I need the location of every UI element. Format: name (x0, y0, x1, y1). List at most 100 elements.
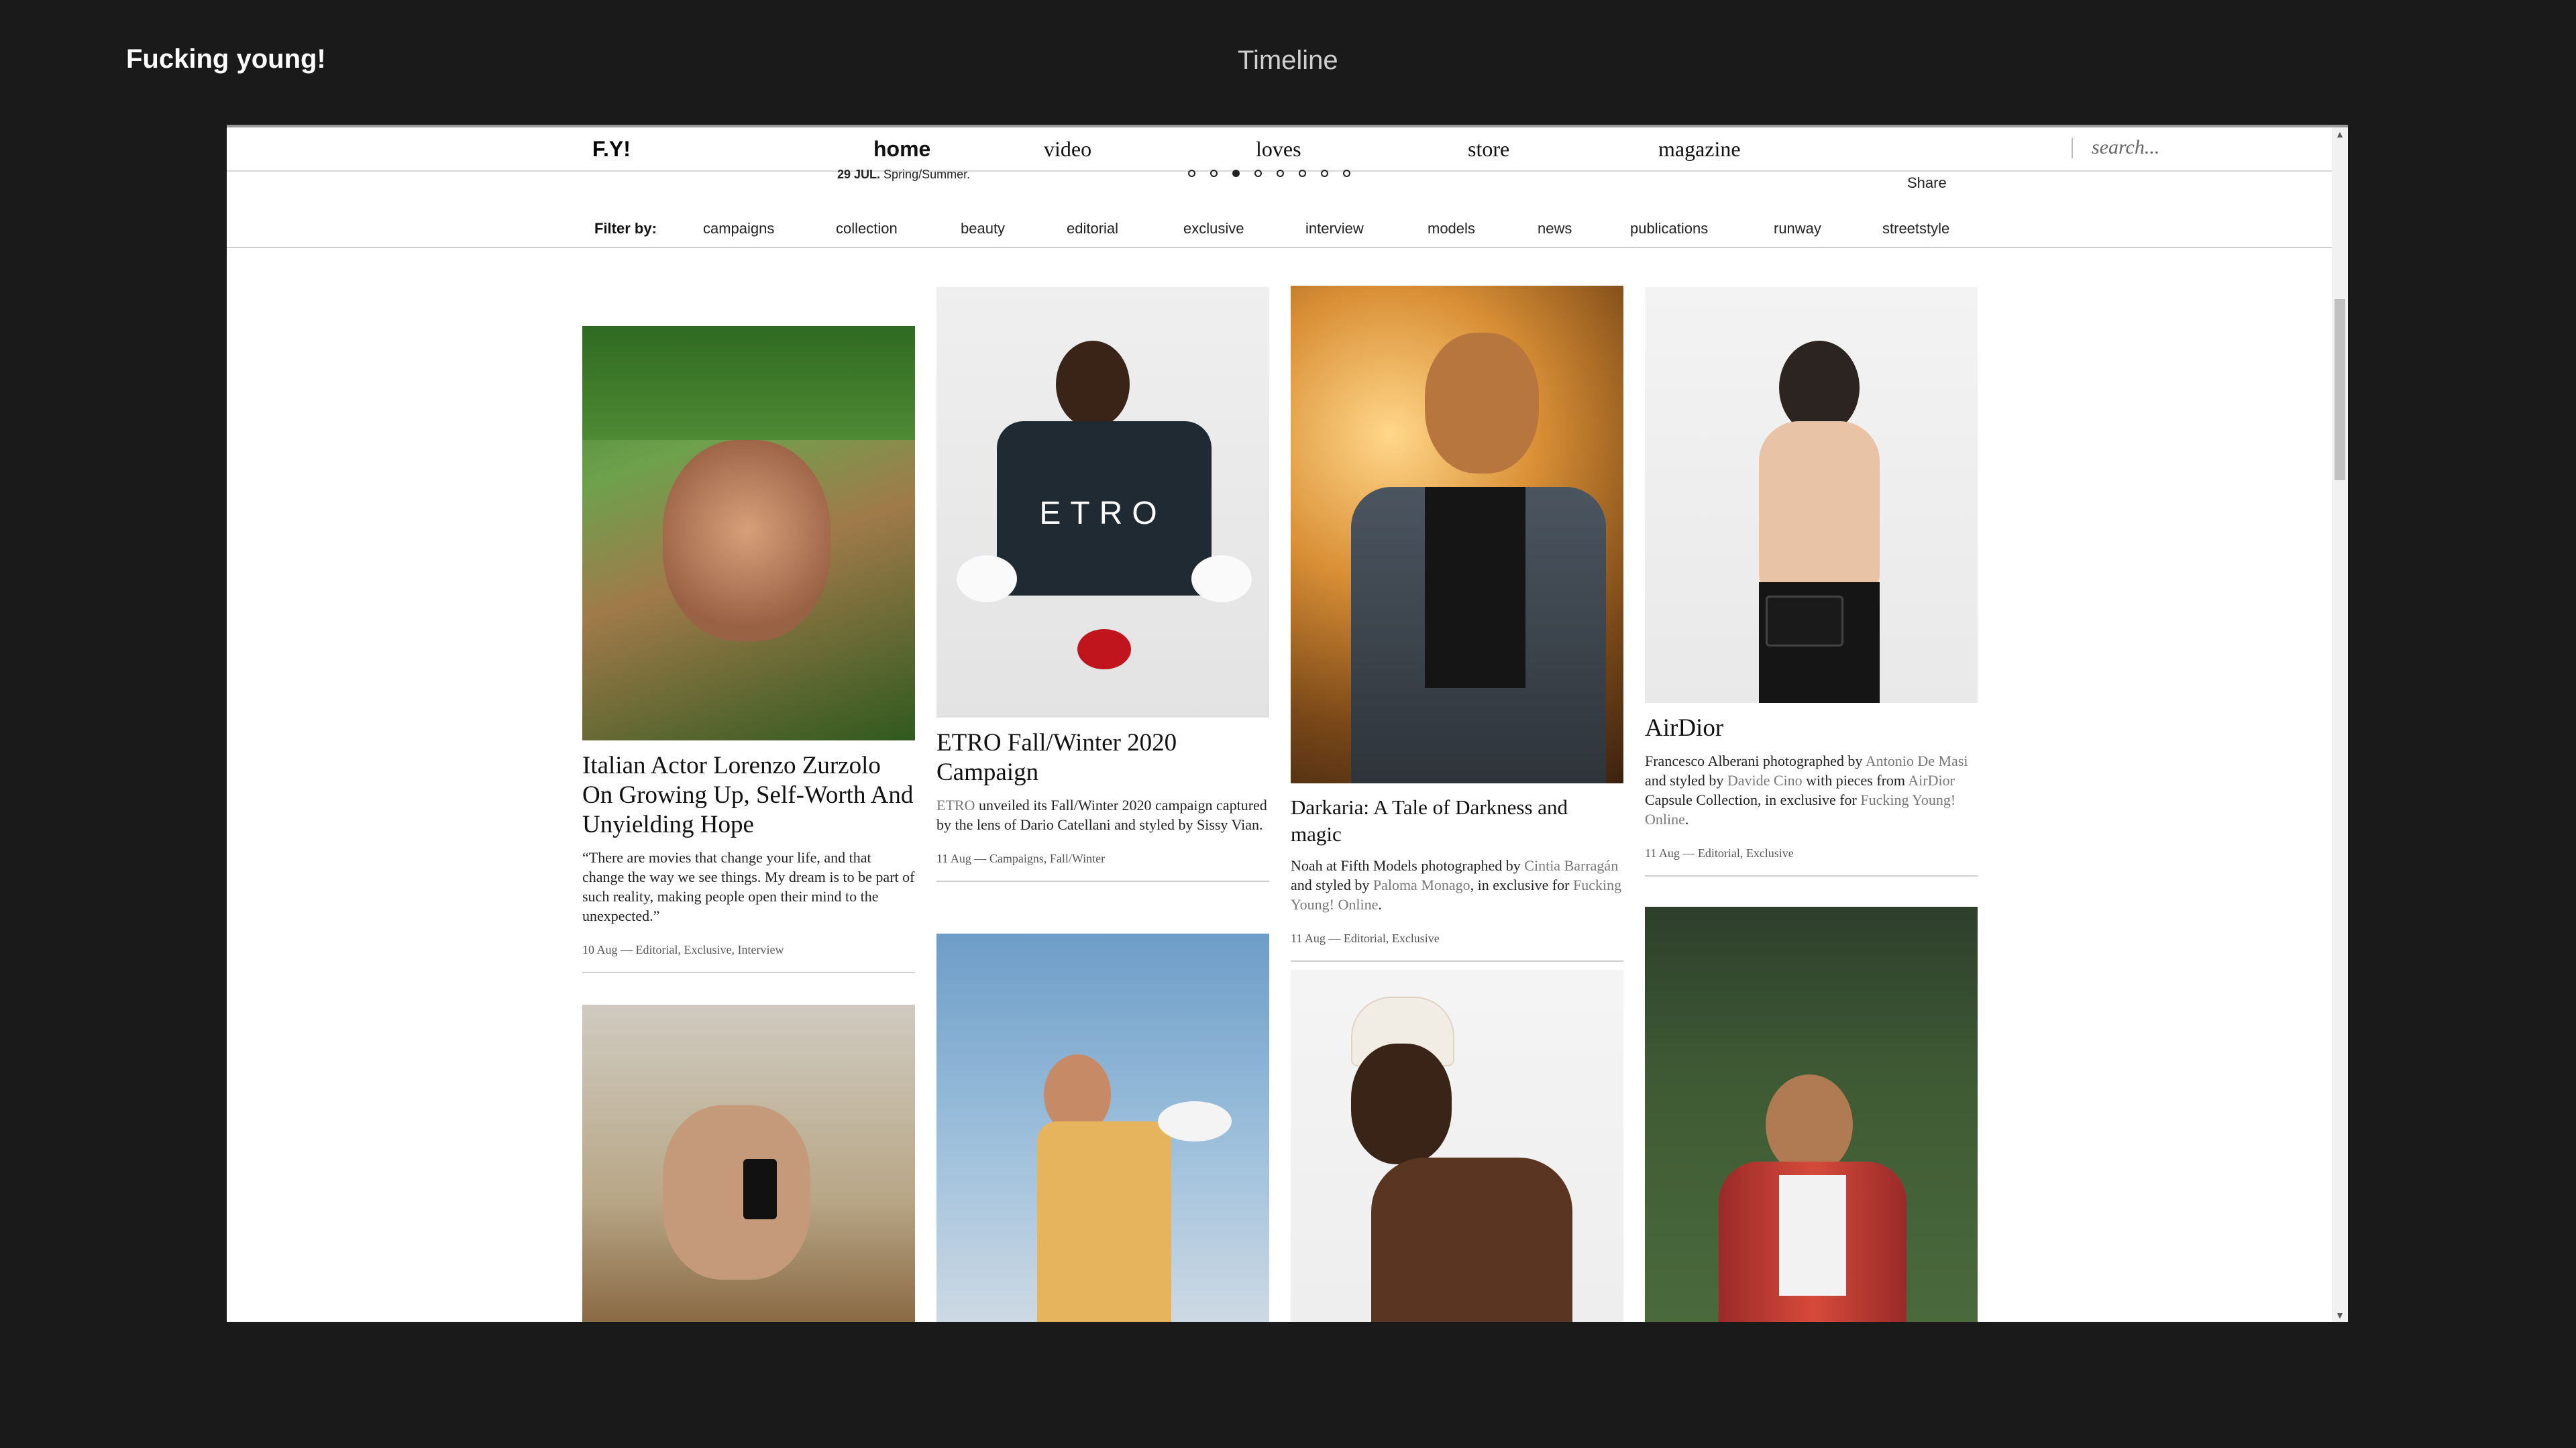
filter-models[interactable]: models (1428, 220, 1475, 237)
excerpt-text: Capsule Collection, in exclusive for (1645, 791, 1861, 808)
slider-dot[interactable] (1343, 170, 1350, 178)
slider-dot[interactable] (1188, 170, 1195, 178)
phone-shape (743, 1159, 777, 1219)
slider-dot[interactable] (1210, 170, 1218, 178)
white-tee (1779, 1175, 1846, 1296)
dove-right (1191, 555, 1252, 602)
nav-loves[interactable]: loves (1256, 137, 1301, 162)
filter-interview[interactable]: interview (1305, 220, 1364, 237)
filter-collection[interactable]: collection (836, 220, 898, 237)
article-excerpt: Noah at Fifth Models photographed by Cin… (1291, 856, 1623, 914)
filter-campaigns[interactable]: campaigns (703, 220, 774, 237)
filter-news[interactable]: news (1538, 220, 1572, 237)
etro-watermark: ETRO (1039, 496, 1167, 531)
excerpt-text: and styled by (1645, 772, 1727, 789)
article-title[interactable]: Darkaria: A Tale of Darkness and magic (1291, 794, 1623, 848)
filter-label: Filter by: (594, 220, 657, 237)
stylist-link[interactable]: Paloma Monago (1373, 877, 1470, 893)
slider-date: 29 JUL. (837, 168, 881, 181)
dove-left (957, 555, 1017, 602)
scroll-up-icon[interactable]: ▲ (2332, 127, 2348, 141)
portrait-figure (663, 1105, 810, 1280)
model-head (1425, 333, 1539, 474)
dior-bag (1766, 596, 1843, 647)
search-input[interactable] (2090, 135, 2241, 160)
filter-bar: Filter by: campaigns collection beauty e… (227, 216, 2340, 248)
filter-editorial[interactable]: editorial (1067, 220, 1118, 237)
model-shirt (1037, 1121, 1171, 1322)
brand-link[interactable]: ETRO (936, 797, 975, 814)
search-divider (2072, 138, 2073, 158)
photographer-link[interactable]: Antonio De Masi (1866, 753, 1968, 769)
filter-publications[interactable]: publications (1630, 220, 1708, 237)
model-head (1779, 341, 1860, 435)
model-back (1759, 421, 1880, 589)
article-excerpt: “There are movies that change your life,… (582, 849, 915, 924)
filter-beauty[interactable]: beauty (961, 220, 1005, 237)
browser-viewport: F.Y! home video loves store magazine 29 … (227, 125, 2348, 1322)
slider-caption: 29 JUL. Spring/Summer. (837, 168, 970, 182)
green-hood (582, 326, 915, 440)
nav-magazine[interactable]: magazine (1658, 137, 1741, 162)
nav-store[interactable]: store (1468, 137, 1509, 162)
article-card[interactable]: Italian Actor Lorenzo Zurzolo On Growing… (582, 326, 915, 973)
slider-dot[interactable] (1321, 170, 1328, 178)
article-title[interactable]: AirDior (1645, 714, 1978, 743)
excerpt-text: Francesco Alberani photographed by (1645, 753, 1866, 769)
article-image[interactable] (936, 934, 1269, 1322)
slider-dot-active[interactable] (1232, 170, 1240, 178)
article-image[interactable] (1291, 970, 1623, 1322)
article-card[interactable]: Darkaria: A Tale of Darkness and magic N… (1291, 286, 1623, 962)
filter-runway[interactable]: runway (1774, 220, 1821, 237)
article-card[interactable]: ETRO ETRO Fall/Winter 2020 Campaign ETRO… (936, 287, 1269, 882)
model-torso (1371, 1158, 1572, 1322)
filter-streetstyle[interactable]: streetstyle (1882, 220, 1949, 237)
filter-exclusive[interactable]: exclusive (1183, 220, 1244, 237)
share-link[interactable]: Share (1907, 174, 1947, 192)
article-image[interactable] (582, 326, 915, 740)
article-meta[interactable]: 11 Aug — Campaigns, Fall/Winter (936, 852, 1269, 882)
article-excerpt: Francesco Alberani photographed by Anton… (1645, 751, 1978, 829)
excerpt-text: . (1684, 811, 1689, 828)
scrollbar-thumb[interactable] (2334, 299, 2345, 480)
top-nav: F.Y! home video loves store magazine (227, 127, 2340, 172)
article-title[interactable]: ETRO Fall/Winter 2020 Campaign (936, 728, 1269, 787)
vertical-scrollbar[interactable]: ▲ ▼ (2332, 127, 2348, 1322)
excerpt-text: . (1378, 896, 1382, 913)
brand-link[interactable]: AirDior (1908, 772, 1955, 789)
article-image[interactable] (582, 1005, 915, 1322)
model-head (1351, 1044, 1452, 1164)
article-image[interactable]: ETRO (936, 287, 1269, 718)
article-image[interactable] (1645, 907, 1978, 1322)
black-tee (1425, 487, 1525, 688)
scroll-down-icon[interactable]: ▼ (2332, 1308, 2348, 1322)
excerpt-text: , in exclusive for (1470, 877, 1574, 893)
excerpt-text: with pieces from (1802, 772, 1909, 789)
slider-dot[interactable] (1299, 170, 1306, 178)
nav-home[interactable]: home (873, 137, 930, 162)
stylist-link[interactable]: Davide Cino (1727, 772, 1803, 789)
article-meta[interactable]: 11 Aug — Editorial, Exclusive (1291, 932, 1623, 962)
slider-dots (1188, 168, 1365, 181)
article-excerpt: ETRO unveiled its Fall/Winter 2020 campa… (936, 795, 1269, 834)
model-head (1766, 1074, 1853, 1175)
slider-dot[interactable] (1277, 170, 1284, 178)
article-meta[interactable]: 10 Aug — Editorial, Exclusive, Interview (582, 943, 915, 973)
slider-text: Spring/Summer. (883, 168, 971, 181)
article-title[interactable]: Italian Actor Lorenzo Zurzolo On Growing… (582, 751, 915, 840)
model-head (1056, 341, 1130, 428)
window-title: Timeline (1238, 46, 1338, 75)
slider-dot[interactable] (1254, 170, 1262, 178)
excerpt-text: unveiled its Fall/Winter 2020 campaign c… (936, 797, 1267, 833)
photographer-link[interactable]: Cintia Barragán (1524, 857, 1618, 874)
article-meta[interactable]: 11 Aug — Editorial, Exclusive (1645, 846, 1978, 877)
excerpt-text: Noah at Fifth Models photographed by (1291, 857, 1525, 874)
article-card[interactable]: AirDior Francesco Alberani photographed … (1645, 287, 1978, 877)
app-title: Fucking young! (126, 44, 326, 74)
red-rose (1077, 629, 1131, 669)
article-image[interactable] (1291, 286, 1623, 783)
site-logo[interactable]: F.Y! (592, 137, 631, 162)
excerpt-text: and styled by (1291, 877, 1373, 893)
article-image[interactable] (1645, 287, 1978, 703)
nav-video[interactable]: video (1044, 137, 1091, 162)
